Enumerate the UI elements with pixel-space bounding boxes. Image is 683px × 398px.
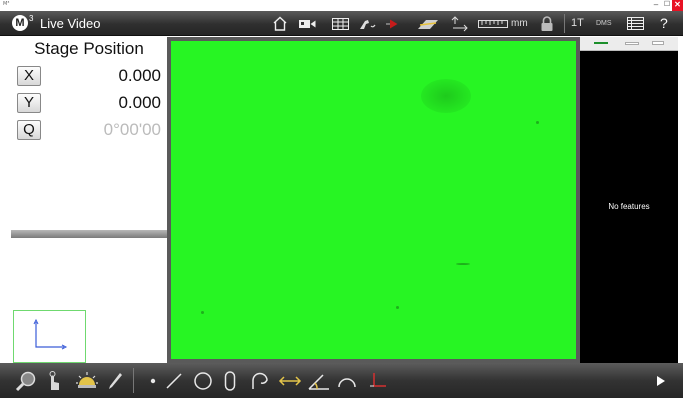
line-icon[interactable] [163, 368, 185, 393]
run-part-icon[interactable] [383, 14, 401, 33]
probe-icon[interactable] [105, 368, 125, 393]
screen-title: Live Video [40, 16, 101, 31]
stage-position-panel: Stage Position X 0.000 Y 0.000 Q 0°00'00 [11, 37, 167, 363]
ruler-icon[interactable] [477, 14, 509, 33]
edge-detect-icon[interactable] [415, 14, 441, 33]
tab-features-list[interactable] [625, 42, 639, 45]
x-axis-value: 0.000 [118, 66, 161, 85]
window-app-label: M³ [3, 1, 10, 7]
slot-icon[interactable] [222, 368, 238, 393]
live-video-feed[interactable] [171, 41, 576, 359]
window-title-bar: M³ – ☐ ✕ [0, 0, 683, 11]
q-axis-value: 0°00'00 [103, 120, 161, 139]
axis-direction-icon[interactable] [448, 14, 470, 33]
bottom-toolbar [0, 363, 683, 398]
panel-splitter[interactable] [11, 230, 167, 238]
minimize-button[interactable]: – [650, 0, 662, 11]
touch-icon[interactable] [44, 368, 64, 393]
mode-label[interactable]: 1T [571, 17, 584, 29]
app-logo-superscript: 3 [29, 14, 34, 23]
app-logo: M [12, 15, 28, 31]
angle-icon[interactable] [306, 368, 332, 393]
origin-icon[interactable] [368, 368, 388, 393]
arc-contour-icon[interactable] [248, 368, 272, 393]
video-camera-icon[interactable] [296, 14, 318, 33]
part-view-preview[interactable] [13, 310, 86, 363]
circle-icon[interactable] [192, 368, 214, 393]
axis-origin-icon [33, 318, 68, 350]
stage-position-title: Stage Position [34, 39, 144, 58]
tab-features-green[interactable] [594, 42, 608, 44]
help-button[interactable]: ? [660, 15, 668, 31]
units-label[interactable]: mm [511, 18, 528, 29]
y-axis-value: 0.000 [118, 93, 161, 112]
video-artifact [456, 263, 470, 265]
video-artifact [536, 121, 539, 124]
grid-icon[interactable] [625, 14, 645, 33]
feature-view-tabs [580, 37, 678, 51]
arc-icon[interactable] [336, 368, 358, 393]
maximize-button[interactable]: ☐ [662, 0, 672, 11]
tab-features-detail[interactable] [652, 41, 664, 45]
table-view-icon[interactable] [330, 14, 350, 33]
play-arrow-icon[interactable] [654, 368, 668, 393]
video-artifact [396, 306, 399, 309]
light-icon[interactable] [74, 368, 100, 393]
x-axis-button[interactable]: X [17, 66, 41, 86]
no-features-message: No features [608, 202, 650, 211]
lock-icon[interactable] [538, 14, 556, 33]
hand-teach-icon[interactable] [356, 14, 378, 33]
bottom-toolbar-separator [133, 368, 134, 393]
angle-format-label[interactable]: DMS [596, 20, 612, 27]
live-video-frame [167, 37, 580, 363]
toolbar-separator [564, 14, 565, 33]
point-icon[interactable] [146, 368, 160, 393]
q-axis-button[interactable]: Q [17, 120, 41, 140]
distance-icon[interactable] [277, 368, 303, 393]
home-icon[interactable] [270, 14, 290, 33]
main-toolbar: M 3 Live Video mm 1T DMS ? [0, 11, 683, 36]
video-artifact [201, 311, 204, 314]
zoom-icon[interactable] [14, 368, 38, 393]
y-axis-button[interactable]: Y [17, 93, 41, 113]
video-artifact [421, 79, 471, 113]
feature-list-panel: No features [580, 37, 678, 363]
close-button[interactable]: ✕ [672, 0, 683, 11]
